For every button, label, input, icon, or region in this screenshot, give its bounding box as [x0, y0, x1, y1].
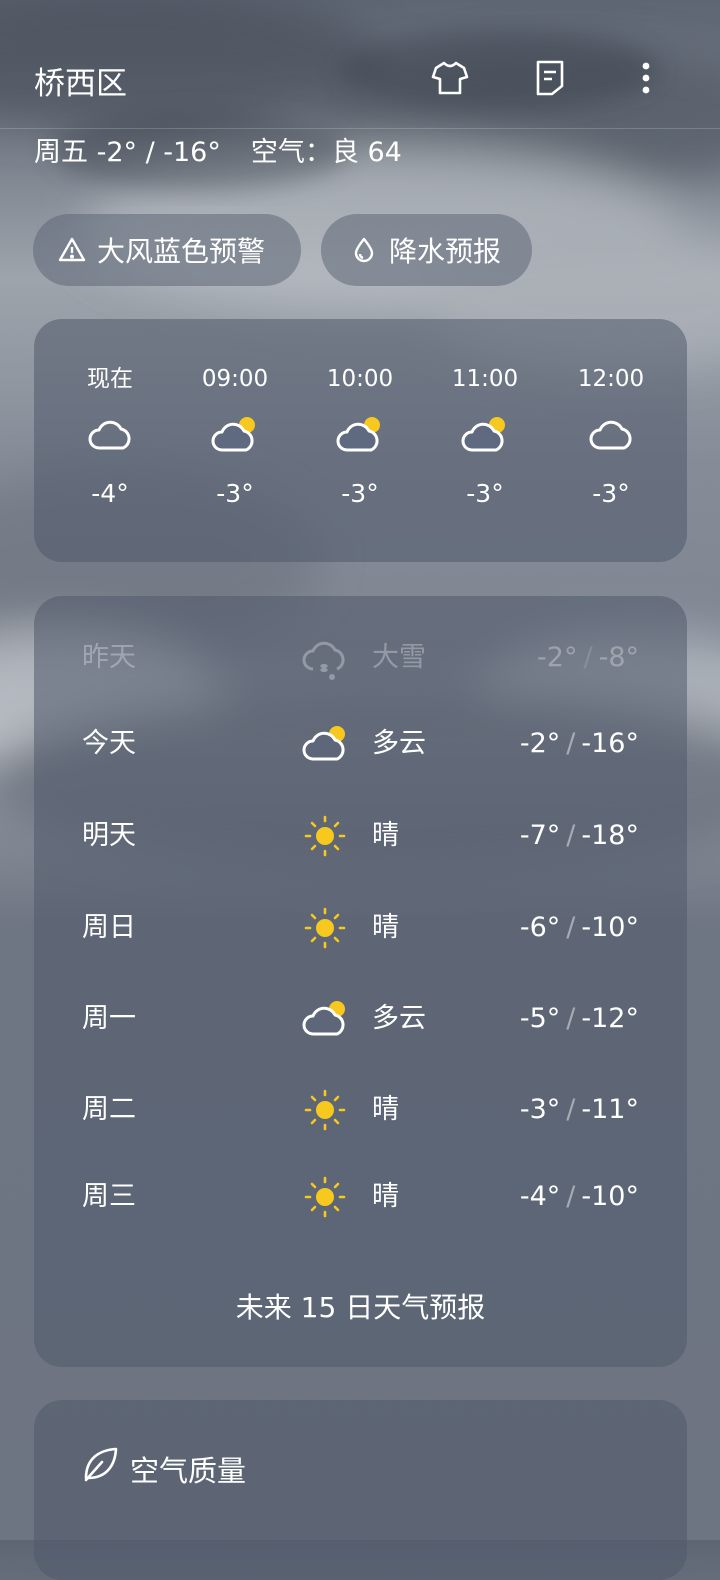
- daily-row-yesterday[interactable]: 昨天 大雪 -2° / -8°: [34, 628, 687, 688]
- daily-temp-range: -3° / -11°: [520, 1080, 639, 1140]
- daily-high: -4°: [519, 1181, 561, 1212]
- daily-temp-range: -7° / -18°: [520, 806, 639, 866]
- leaf-icon: [84, 1447, 118, 1482]
- heavy-snow-icon: [302, 641, 345, 680]
- daily-condition: 晴: [372, 1181, 399, 1212]
- hourly-item: 现在 -4°: [50, 359, 170, 519]
- hourly-item: 10:00 -3°: [300, 359, 420, 519]
- daily-condition: 晴: [372, 912, 399, 943]
- wind-warning-label: 大风蓝色预警: [97, 235, 266, 268]
- fifteen-day-forecast-link[interactable]: 未来 15 日天气预报: [34, 1286, 687, 1326]
- temp-separator: /: [566, 820, 576, 851]
- partly-cloudy-icon: [302, 726, 345, 761]
- precipitation-forecast-label: 降水预报: [389, 235, 502, 268]
- clothing-index-button[interactable]: [426, 52, 474, 104]
- daily-row-tuesday[interactable]: 周二 晴 -3° / -11°: [34, 1080, 687, 1140]
- warning-triangle-icon: [58, 237, 86, 262]
- daily-day: 周一: [82, 1003, 136, 1034]
- hourly-temp: -3°: [592, 479, 630, 508]
- daily-forecast-card: 昨天 大雪 -2° / -8° 今天 多云 -2° / -16° 明天 晴 -7° / -1…: [34, 596, 687, 1367]
- daily-day: 周二: [82, 1094, 136, 1125]
- air-quality-card[interactable]: 空气质量: [34, 1400, 687, 1580]
- raindrop-icon: [354, 237, 374, 263]
- hourly-temp: -3°: [216, 479, 254, 508]
- today-temp-range: 周五 -2° / -16°: [34, 137, 221, 168]
- daily-condition: 多云: [372, 728, 426, 759]
- air-quality-summary[interactable]: 空气：良 64: [251, 137, 402, 168]
- daily-high: -5°: [519, 1003, 561, 1034]
- daily-high: -6°: [519, 912, 561, 943]
- daily-low: -16°: [581, 728, 639, 759]
- weather-report-button[interactable]: [526, 52, 574, 104]
- daily-low: -12°: [581, 1003, 639, 1034]
- daily-high: -2°: [519, 728, 561, 759]
- air-quality-title: 空气质量: [130, 1454, 247, 1488]
- partly-cloudy-icon: [302, 1001, 345, 1036]
- daily-high: -3°: [519, 1094, 561, 1125]
- top-bar: 桥西区: [0, 0, 720, 129]
- daily-day: 昨天: [82, 642, 136, 673]
- hourly-time: 10:00: [326, 366, 394, 392]
- city-name[interactable]: 桥西区: [34, 58, 127, 103]
- hourly-temp: -3°: [466, 479, 504, 508]
- sunny-icon: [304, 815, 346, 857]
- sunny-icon: [304, 907, 346, 949]
- temp-separator: /: [583, 642, 593, 673]
- daily-low: -11°: [581, 1094, 639, 1125]
- daily-row-sunday[interactable]: 周日 晴 -6° / -10°: [34, 898, 687, 958]
- daily-condition: 多云: [372, 1003, 426, 1034]
- daily-day: 周三: [82, 1181, 136, 1212]
- daily-temp-range: -6° / -10°: [520, 898, 639, 958]
- hourly-time: 12:00: [577, 366, 645, 392]
- cloudy-icon: [589, 420, 632, 450]
- daily-high: -2°: [537, 642, 578, 673]
- daily-row-tomorrow[interactable]: 明天 晴 -7° / -18°: [34, 806, 687, 866]
- daily-day: 今天: [82, 728, 136, 759]
- hourly-time: 09:00: [201, 366, 269, 392]
- temp-separator: /: [566, 1094, 576, 1125]
- daily-row-today[interactable]: 今天 多云 -2° / -16°: [34, 714, 687, 774]
- daily-temp-range: -4° / -10°: [520, 1167, 639, 1227]
- daily-day: 周日: [82, 912, 136, 943]
- tshirt-icon: [431, 61, 469, 95]
- daily-low: -10°: [581, 912, 639, 943]
- temp-separator: /: [566, 1181, 576, 1212]
- cloudy-icon: [88, 420, 131, 450]
- temp-separator: /: [566, 728, 576, 759]
- daily-low: -10°: [581, 1181, 639, 1212]
- more-options-button[interactable]: [622, 52, 670, 104]
- daily-temp-range: -5° / -12°: [520, 989, 639, 1049]
- partly-cloudy-icon: [211, 417, 255, 452]
- wind-warning-chip[interactable]: 大风蓝色预警: [33, 214, 301, 286]
- more-vertical-icon: [642, 62, 650, 94]
- hourly-forecast-card[interactable]: 现在 -4° 09:00 -3° 10:00 -3° 11:00 -3° 12:…: [34, 319, 687, 562]
- hourly-item: 09:00 -3°: [175, 359, 295, 519]
- daily-day: 明天: [82, 820, 136, 851]
- daily-temp-range: -2° / -8°: [537, 628, 639, 688]
- hourly-temp: -3°: [341, 479, 379, 508]
- daily-temp-range: -2° / -16°: [520, 714, 639, 774]
- daily-condition: 晴: [372, 1094, 399, 1125]
- partly-cloudy-icon: [461, 417, 505, 452]
- hourly-item: 12:00 -3°: [551, 359, 671, 519]
- sunny-icon: [304, 1089, 346, 1131]
- temp-separator: /: [566, 1003, 576, 1034]
- daily-low: -8°: [598, 642, 639, 673]
- precipitation-forecast-chip[interactable]: 降水预报: [321, 214, 532, 286]
- document-icon: [536, 60, 564, 96]
- daily-row-monday[interactable]: 周一 多云 -5° / -12°: [34, 989, 687, 1049]
- hourly-item: 11:00 -3°: [425, 359, 545, 519]
- temp-separator: /: [566, 912, 576, 943]
- hourly-time: 11:00: [451, 366, 519, 392]
- daily-condition: 大雪: [372, 642, 426, 673]
- hourly-temp: -4°: [91, 479, 129, 508]
- daily-low: -18°: [581, 820, 639, 851]
- daily-high: -7°: [519, 820, 561, 851]
- partly-cloudy-icon: [336, 417, 380, 452]
- today-summary: 周五 -2° / -16° 空气：良 64: [34, 130, 402, 169]
- hourly-time: 现在: [87, 366, 133, 392]
- daily-row-wednesday[interactable]: 周三 晴 -4° / -10°: [34, 1167, 687, 1227]
- daily-condition: 晴: [372, 820, 399, 851]
- sunny-icon: [304, 1176, 346, 1218]
